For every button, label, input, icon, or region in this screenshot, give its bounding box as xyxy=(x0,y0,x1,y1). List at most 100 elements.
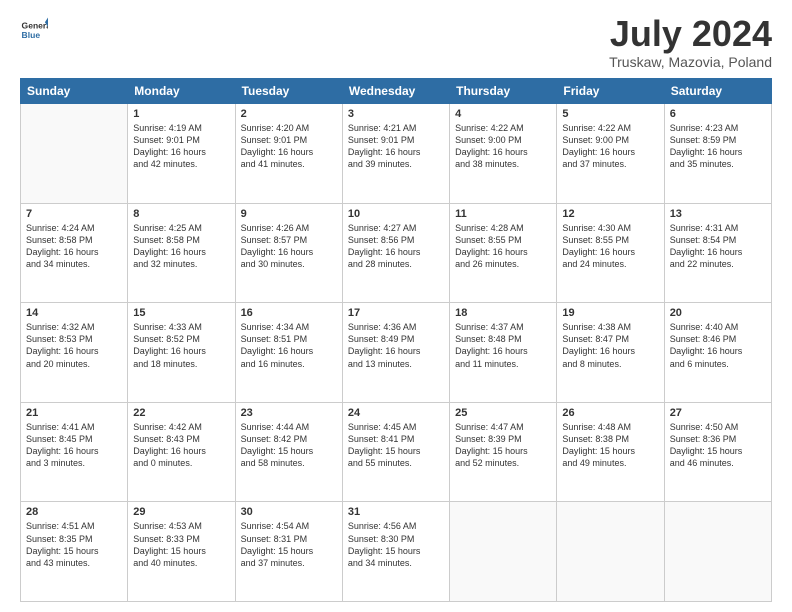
table-row: 17 Sunrise: 4:36 AM Sunset: 8:49 PM Dayli… xyxy=(342,303,449,403)
day-number: 30 xyxy=(241,506,337,518)
day-info: Sunrise: 4:32 AM Sunset: 8:53 PM Dayligh… xyxy=(26,321,122,370)
calendar-week-row: 28 Sunrise: 4:51 AM Sunset: 8:35 PM Dayli… xyxy=(21,502,772,602)
day-info: Sunrise: 4:26 AM Sunset: 8:57 PM Dayligh… xyxy=(241,222,337,271)
table-row: 28 Sunrise: 4:51 AM Sunset: 8:35 PM Dayli… xyxy=(21,502,128,602)
day-number: 31 xyxy=(348,506,444,518)
table-row: 11Sunrise: 4:28 AM Sunset: 8:55 PM Dayli… xyxy=(450,203,557,303)
day-info: Sunrise: 4:36 AM Sunset: 8:49 PM Dayligh… xyxy=(348,321,444,370)
day-info: Sunrise: 4:30 AM Sunset: 8:55 PM Dayligh… xyxy=(562,222,658,271)
calendar-week-row: 1 Sunrise: 4:19 AM Sunset: 9:01 PM Daylig… xyxy=(21,104,772,204)
calendar-week-row: 7 Sunrise: 4:24 AM Sunset: 8:58 PM Daylig… xyxy=(21,203,772,303)
calendar-title: July 2024 xyxy=(609,16,772,52)
weekday-header-row: Sunday Monday Tuesday Wednesday Thursday… xyxy=(21,79,772,104)
day-info: Sunrise: 4:22 AM Sunset: 9:00 PM Dayligh… xyxy=(455,122,551,171)
table-row xyxy=(557,502,664,602)
table-row: 9Sunrise: 4:26 AM Sunset: 8:57 PM Daylig… xyxy=(235,203,342,303)
day-number: 10 xyxy=(348,208,444,220)
day-info: Sunrise: 4:21 AM Sunset: 9:01 PM Dayligh… xyxy=(348,122,444,171)
day-info: Sunrise: 4:44 AM Sunset: 8:42 PM Dayligh… xyxy=(241,421,337,470)
table-row: 6 Sunrise: 4:23 AM Sunset: 8:59 PM Daylig… xyxy=(664,104,771,204)
day-info: Sunrise: 4:37 AM Sunset: 8:48 PM Dayligh… xyxy=(455,321,551,370)
day-info: Sunrise: 4:42 AM Sunset: 8:43 PM Dayligh… xyxy=(133,421,229,470)
day-number: 13 xyxy=(670,208,766,220)
day-info: Sunrise: 4:53 AM Sunset: 8:33 PM Dayligh… xyxy=(133,520,229,569)
logo: General Blue xyxy=(20,16,48,44)
day-info: Sunrise: 4:38 AM Sunset: 8:47 PM Dayligh… xyxy=(562,321,658,370)
day-info: Sunrise: 4:54 AM Sunset: 8:31 PM Dayligh… xyxy=(241,520,337,569)
table-row: 4 Sunrise: 4:22 AM Sunset: 9:00 PM Daylig… xyxy=(450,104,557,204)
table-row xyxy=(450,502,557,602)
day-number: 27 xyxy=(670,407,766,419)
calendar-location: Truskaw, Mazovia, Poland xyxy=(609,54,772,70)
svg-text:Blue: Blue xyxy=(22,30,41,40)
day-info: Sunrise: 4:25 AM Sunset: 8:58 PM Dayligh… xyxy=(133,222,229,271)
table-row: 25 Sunrise: 4:47 AM Sunset: 8:39 PM Dayli… xyxy=(450,402,557,502)
day-number: 8 xyxy=(133,208,229,220)
table-row: 21 Sunrise: 4:41 AM Sunset: 8:45 PM Dayli… xyxy=(21,402,128,502)
header-saturday: Saturday xyxy=(664,79,771,104)
day-info: Sunrise: 4:33 AM Sunset: 8:52 PM Dayligh… xyxy=(133,321,229,370)
day-number: 29 xyxy=(133,506,229,518)
table-row: 24 Sunrise: 4:45 AM Sunset: 8:41 PM Dayli… xyxy=(342,402,449,502)
calendar-table: Sunday Monday Tuesday Wednesday Thursday… xyxy=(20,78,772,602)
table-row: 10Sunrise: 4:27 AM Sunset: 8:56 PM Dayli… xyxy=(342,203,449,303)
header-friday: Friday xyxy=(557,79,664,104)
day-number: 5 xyxy=(562,108,658,120)
table-row: 3 Sunrise: 4:21 AM Sunset: 9:01 PM Daylig… xyxy=(342,104,449,204)
day-info: Sunrise: 4:50 AM Sunset: 8:36 PM Dayligh… xyxy=(670,421,766,470)
day-info: Sunrise: 4:51 AM Sunset: 8:35 PM Dayligh… xyxy=(26,520,122,569)
day-info: Sunrise: 4:23 AM Sunset: 8:59 PM Dayligh… xyxy=(670,122,766,171)
day-number: 28 xyxy=(26,506,122,518)
table-row: 15 Sunrise: 4:33 AM Sunset: 8:52 PM Dayli… xyxy=(128,303,235,403)
day-number: 21 xyxy=(26,407,122,419)
calendar-week-row: 14 Sunrise: 4:32 AM Sunset: 8:53 PM Dayli… xyxy=(21,303,772,403)
day-info: Sunrise: 4:24 AM Sunset: 8:58 PM Dayligh… xyxy=(26,222,122,271)
day-number: 16 xyxy=(241,307,337,319)
header-thursday: Thursday xyxy=(450,79,557,104)
day-number: 25 xyxy=(455,407,551,419)
day-number: 6 xyxy=(670,108,766,120)
table-row: 5Sunrise: 4:22 AM Sunset: 9:00 PM Daylig… xyxy=(557,104,664,204)
day-number: 20 xyxy=(670,307,766,319)
table-row: 31 Sunrise: 4:56 AM Sunset: 8:30 PM Dayli… xyxy=(342,502,449,602)
table-row xyxy=(664,502,771,602)
header-tuesday: Tuesday xyxy=(235,79,342,104)
day-info: Sunrise: 4:40 AM Sunset: 8:46 PM Dayligh… xyxy=(670,321,766,370)
table-row: 26 Sunrise: 4:48 AM Sunset: 8:38 PM Dayli… xyxy=(557,402,664,502)
svg-text:General: General xyxy=(22,20,48,30)
table-row: 1 Sunrise: 4:19 AM Sunset: 9:01 PM Daylig… xyxy=(128,104,235,204)
day-number: 23 xyxy=(241,407,337,419)
day-number: 18 xyxy=(455,307,551,319)
day-info: Sunrise: 4:41 AM Sunset: 8:45 PM Dayligh… xyxy=(26,421,122,470)
table-row: 29 Sunrise: 4:53 AM Sunset: 8:33 PM Dayli… xyxy=(128,502,235,602)
day-number: 14 xyxy=(26,307,122,319)
table-row: 8 Sunrise: 4:25 AM Sunset: 8:58 PM Daylig… xyxy=(128,203,235,303)
table-row: 2Sunrise: 4:20 AM Sunset: 9:01 PM Daylig… xyxy=(235,104,342,204)
day-number: 15 xyxy=(133,307,229,319)
day-info: Sunrise: 4:28 AM Sunset: 8:55 PM Dayligh… xyxy=(455,222,551,271)
table-row: 23 Sunrise: 4:44 AM Sunset: 8:42 PM Dayli… xyxy=(235,402,342,502)
day-info: Sunrise: 4:47 AM Sunset: 8:39 PM Dayligh… xyxy=(455,421,551,470)
table-row: 22Sunrise: 4:42 AM Sunset: 8:43 PM Dayli… xyxy=(128,402,235,502)
day-info: Sunrise: 4:45 AM Sunset: 8:41 PM Dayligh… xyxy=(348,421,444,470)
day-number: 12 xyxy=(562,208,658,220)
day-info: Sunrise: 4:48 AM Sunset: 8:38 PM Dayligh… xyxy=(562,421,658,470)
day-info: Sunrise: 4:19 AM Sunset: 9:01 PM Dayligh… xyxy=(133,122,229,171)
table-row: 19 Sunrise: 4:38 AM Sunset: 8:47 PM Dayli… xyxy=(557,303,664,403)
day-number: 19 xyxy=(562,307,658,319)
day-number: 1 xyxy=(133,108,229,120)
table-row: 16Sunrise: 4:34 AM Sunset: 8:51 PM Dayli… xyxy=(235,303,342,403)
table-row xyxy=(21,104,128,204)
table-row: 20 Sunrise: 4:40 AM Sunset: 8:46 PM Dayli… xyxy=(664,303,771,403)
table-row: 12 Sunrise: 4:30 AM Sunset: 8:55 PM Dayli… xyxy=(557,203,664,303)
day-number: 7 xyxy=(26,208,122,220)
page: General Blue July 2024 Truskaw, Mazovia,… xyxy=(0,0,792,612)
table-row: 30 Sunrise: 4:54 AM Sunset: 8:31 PM Dayli… xyxy=(235,502,342,602)
day-number: 17 xyxy=(348,307,444,319)
day-number: 4 xyxy=(455,108,551,120)
day-info: Sunrise: 4:56 AM Sunset: 8:30 PM Dayligh… xyxy=(348,520,444,569)
day-number: 24 xyxy=(348,407,444,419)
day-number: 2 xyxy=(241,108,337,120)
day-number: 26 xyxy=(562,407,658,419)
day-number: 3 xyxy=(348,108,444,120)
